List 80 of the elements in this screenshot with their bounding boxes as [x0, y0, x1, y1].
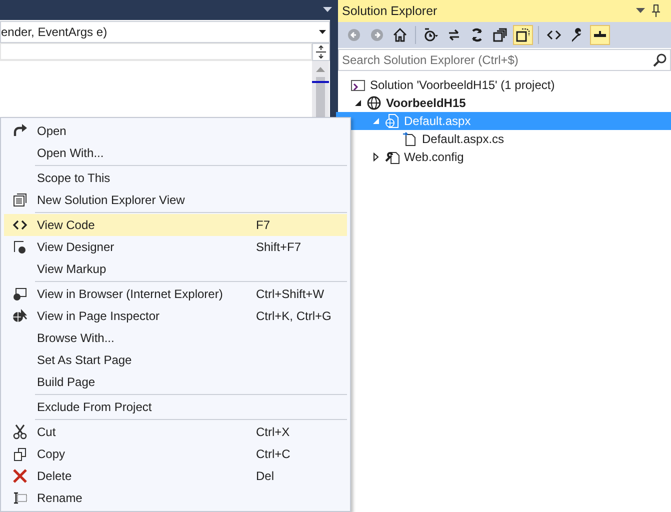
menu-item[interactable]: View in Page Inspector Ctrl+K, Ctrl+G	[4, 305, 347, 327]
menu-item-label: View in Page Inspector	[37, 309, 161, 323]
menu-item-label: Exclude From Project	[37, 400, 153, 414]
globe-icon	[366, 95, 382, 111]
menu-item[interactable]: Rename	[4, 487, 347, 509]
dropdown-icon[interactable]	[636, 8, 645, 14]
shortcut-label: Ctrl+K, Ctrl+G	[256, 309, 332, 323]
menu-item-label: Browse With...	[37, 331, 116, 345]
menu-item-label: Scope to This	[37, 171, 112, 185]
editor-field[interactable]	[0, 43, 312, 60]
shortcut-label: Ctrl+C	[256, 447, 290, 461]
tree-item-label: Default.aspx.cs	[422, 132, 504, 146]
home-icon	[392, 27, 408, 43]
menu-item[interactable]: Cut Ctrl+X	[4, 421, 347, 443]
menu-item[interactable]: Delete Del	[4, 465, 347, 487]
pin-icon[interactable]	[651, 4, 661, 18]
web-page-icon	[384, 113, 400, 129]
scissors-icon	[12, 424, 28, 440]
curved-arrow-icon	[12, 123, 28, 139]
menu-item-label: Set As Start Page	[37, 353, 133, 367]
tree-item-label: Solution 'VoorbeeldH15' (1 project)	[370, 78, 555, 92]
refresh-icon	[469, 27, 485, 43]
shortcut-label: Shift+F7	[256, 240, 302, 254]
dashed-document-icon	[515, 27, 531, 43]
globe-cursor-icon	[12, 308, 28, 324]
toolbar-button[interactable]	[513, 25, 533, 45]
window-list-icon	[12, 192, 28, 208]
menu-item-label: Rename	[37, 491, 84, 505]
tree-item[interactable]: Solution 'VoorbeeldH15' (1 project)	[336, 76, 671, 94]
menu-item-label: Open	[37, 124, 68, 138]
menu-item[interactable]: Scope to This	[4, 167, 347, 189]
code-file-icon	[402, 131, 418, 147]
menu-item[interactable]: Copy Ctrl+C	[4, 443, 347, 465]
config-file-icon	[384, 149, 400, 165]
menu-item[interactable]: Browse With...	[4, 327, 347, 349]
clock-icon	[423, 27, 439, 43]
shortcut-label: F7	[256, 218, 270, 232]
menu-item[interactable]: Exclude From Project	[4, 396, 347, 418]
menu-item[interactable]: Build Page	[4, 371, 347, 393]
menu-item-label: Build Page	[37, 375, 96, 389]
menu-item-label: Open With...	[37, 146, 105, 160]
menu-item[interactable]: New Solution Explorer View	[4, 189, 347, 211]
dropdown-icon	[319, 30, 326, 34]
menu-item[interactable]: View Code F7	[4, 214, 347, 236]
back-icon	[346, 27, 362, 43]
shortcut-label: Del	[256, 469, 274, 483]
delete-icon	[12, 468, 28, 484]
menu-item-label: View Designer	[37, 240, 116, 254]
solution-icon	[350, 77, 366, 93]
menu-item-label: View in Browser (Internet Explorer)	[37, 287, 224, 301]
designer-icon	[12, 239, 28, 255]
shortcut-label: Ctrl+X	[256, 425, 290, 439]
tree-item[interactable]: VoorbeeldH15	[336, 94, 671, 112]
dropdown-icon[interactable]	[323, 7, 332, 13]
menu-item-label: View Code	[37, 218, 96, 232]
tree-item-label: VoorbeeldH15	[386, 96, 466, 110]
panel-title: Solution Explorer	[342, 4, 438, 18]
rename-icon	[12, 490, 28, 506]
menu-item[interactable]: View Designer Shift+F7	[4, 236, 347, 258]
copy-icon	[12, 446, 28, 462]
browser-window-icon	[12, 286, 28, 302]
shortcut-label: Ctrl+Shift+W	[256, 287, 324, 301]
menu-item[interactable]: View in Browser (Internet Explorer) Ctrl+Shift+W	[4, 283, 347, 305]
menu-item-label: Copy	[37, 447, 66, 461]
sync-arrows-icon	[446, 27, 462, 43]
toolbar-button[interactable]	[590, 25, 610, 45]
menu-item-label: Cut	[37, 425, 57, 439]
forward-icon	[369, 27, 385, 43]
menu-item[interactable]: Set As Start Page	[4, 349, 347, 371]
stacked-windows-icon	[492, 27, 508, 43]
search-field[interactable]: Search Solution Explorer (Ctrl+$)	[338, 49, 671, 71]
tree-item-label: Web.config	[404, 150, 464, 164]
menu-item-label: View Markup	[37, 262, 108, 276]
tree-item-label: Default.aspx	[404, 114, 471, 128]
split-icon[interactable]	[312, 43, 330, 61]
search-icon[interactable]	[653, 53, 667, 67]
menu-item-label: Delete	[37, 469, 73, 483]
member-dropdown[interactable]: ender, EventArgs e)	[0, 21, 330, 43]
menu-item[interactable]: View Markup	[4, 258, 347, 280]
menu-item-label: New Solution Explorer View	[37, 193, 186, 207]
